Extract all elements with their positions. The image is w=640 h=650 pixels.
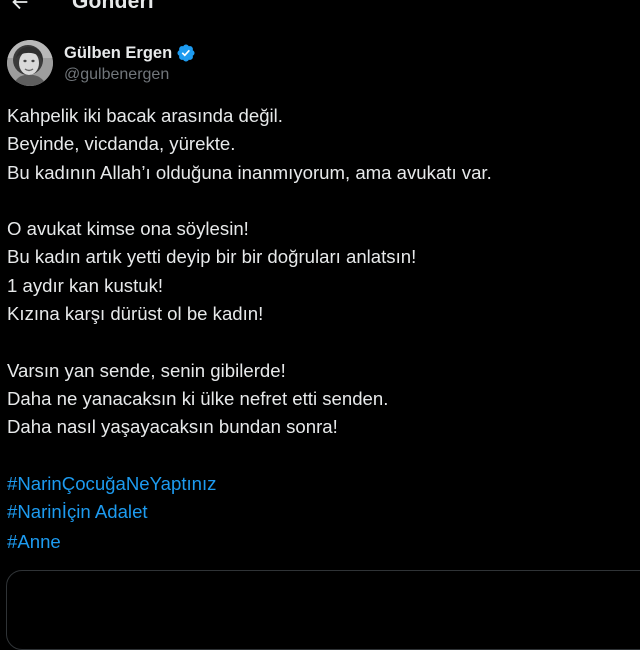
tweet-line: Bu kadının Allah’ı olduğuna inanmıyorum,… bbox=[7, 161, 492, 183]
tweet-author: Gülben Ergen @gulbenergen bbox=[7, 38, 196, 88]
tweet-line: O avukat kimse ona söylesin! bbox=[7, 218, 249, 240]
user-handle[interactable]: @gulbenergen bbox=[64, 66, 196, 84]
tweet-line: Daha ne yanacaksın ki ülke nefret etti s… bbox=[7, 387, 389, 409]
tweet-line: Daha nasıl yaşayacaksın bundan sonra! bbox=[7, 416, 338, 438]
hashtag-link[interactable]: #Anne bbox=[7, 528, 632, 556]
back-button[interactable] bbox=[6, 0, 34, 16]
tweet-line: 1 aydır kan kustuk! bbox=[7, 274, 164, 296]
tweet-text: Kahpelik iki bacak arasında değil. Beyin… bbox=[7, 102, 632, 557]
hashtag-link[interactable]: #Narinİçin Adalet bbox=[7, 498, 632, 526]
arrow-left-icon bbox=[12, 0, 28, 10]
top-bar: Gönderi bbox=[0, 0, 640, 20]
page-title: Gönderi bbox=[72, 0, 154, 13]
tweet-line: Bu kadın artık yetti deyip bir bir doğru… bbox=[7, 246, 417, 268]
avatar[interactable] bbox=[7, 40, 53, 86]
hashtag-link[interactable]: #NarinÇocuğaNeYaptınız bbox=[7, 470, 632, 498]
display-name[interactable]: Gülben Ergen bbox=[64, 44, 172, 63]
avatar-image bbox=[7, 40, 53, 86]
tweet-line: Kızına karşı dürüst ol be kadın! bbox=[7, 303, 264, 325]
tweet-line: Beyinde, vicdanda, yürekte. bbox=[7, 133, 236, 155]
tweet-line: Kahpelik iki bacak arasında değil. bbox=[7, 105, 283, 126]
tweet-line: Varsın yan sende, senin gibilerde! bbox=[7, 359, 286, 381]
verified-badge-icon bbox=[177, 44, 195, 62]
media-card[interactable] bbox=[6, 570, 640, 650]
